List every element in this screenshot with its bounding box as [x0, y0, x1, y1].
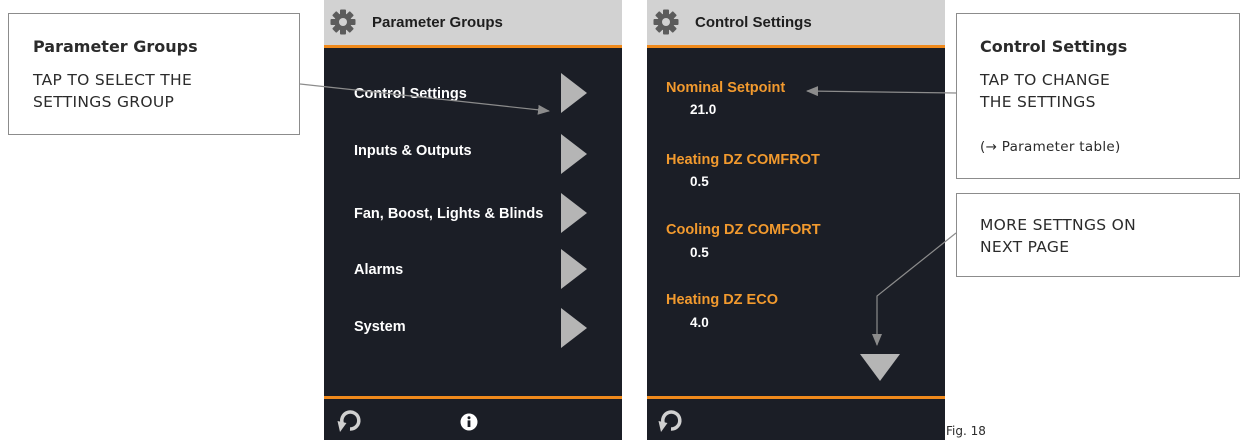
play-arrow-icon[interactable]	[561, 308, 587, 348]
callout-note: (→ Parameter table)	[980, 139, 1121, 155]
param-value: 0.5	[690, 174, 709, 189]
play-arrow-icon[interactable]	[561, 249, 587, 289]
screen-footer	[647, 396, 945, 440]
back-arrow-icon[interactable]	[336, 405, 364, 435]
play-arrow-icon[interactable]	[561, 193, 587, 233]
next-page-arrow-icon[interactable]	[860, 354, 900, 381]
screen-footer	[324, 396, 622, 440]
play-arrow-icon[interactable]	[561, 134, 587, 174]
screen-title: Parameter Groups	[372, 14, 503, 31]
callout-title: Parameter Groups	[33, 37, 198, 56]
menu-item-label: Fan, Boost, Lights & Blinds	[354, 206, 544, 222]
screen-header: Parameter Groups	[324, 0, 622, 48]
play-arrow-icon[interactable]	[561, 73, 587, 113]
callout-control-settings: Control Settings TAP TO CHANGE THE SETTI…	[956, 13, 1240, 179]
menu-item-label: System	[354, 319, 406, 335]
callout-text: MORE SETTNGS ON NEXT PAGE	[980, 216, 1137, 256]
callout-parameter-groups: Parameter Groups TAP TO SELECT THE SETTI…	[8, 13, 300, 135]
callout-text: TAP TO SELECT THE SETTINGS GROUP	[33, 71, 193, 111]
callout-title: Control Settings	[980, 37, 1128, 56]
param-name: Nominal Setpoint	[666, 80, 786, 96]
screen-control-settings: Control Settings Nominal Setpoint 21.0 H…	[647, 0, 945, 440]
param-value: 0.5	[690, 245, 709, 260]
info-icon[interactable]	[460, 413, 478, 431]
param-name: Cooling DZ COMFORT	[666, 222, 821, 238]
menu-item-label: Alarms	[354, 262, 404, 278]
gear-icon[interactable]	[330, 9, 356, 35]
screen-parameter-groups: Parameter Groups Control Settings Inputs…	[324, 0, 622, 440]
menu-item-label: Inputs & Outputs	[354, 143, 472, 159]
back-arrow-icon[interactable]	[657, 405, 685, 435]
menu-item-label: Control Settings	[354, 86, 467, 102]
figure-caption: Fig. 18	[946, 424, 986, 438]
gear-icon[interactable]	[653, 9, 679, 35]
param-value: 21.0	[690, 102, 717, 117]
screen-title: Control Settings	[695, 14, 812, 31]
callout-text: TAP TO CHANGE THE SETTINGS	[980, 71, 1111, 111]
param-name: Heating DZ COMFROT	[666, 152, 820, 168]
screen-header: Control Settings	[647, 0, 945, 48]
callout-more-settings: MORE SETTNGS ON NEXT PAGE	[956, 193, 1240, 277]
param-name: Heating DZ ECO	[666, 292, 778, 308]
param-value: 4.0	[690, 315, 709, 330]
